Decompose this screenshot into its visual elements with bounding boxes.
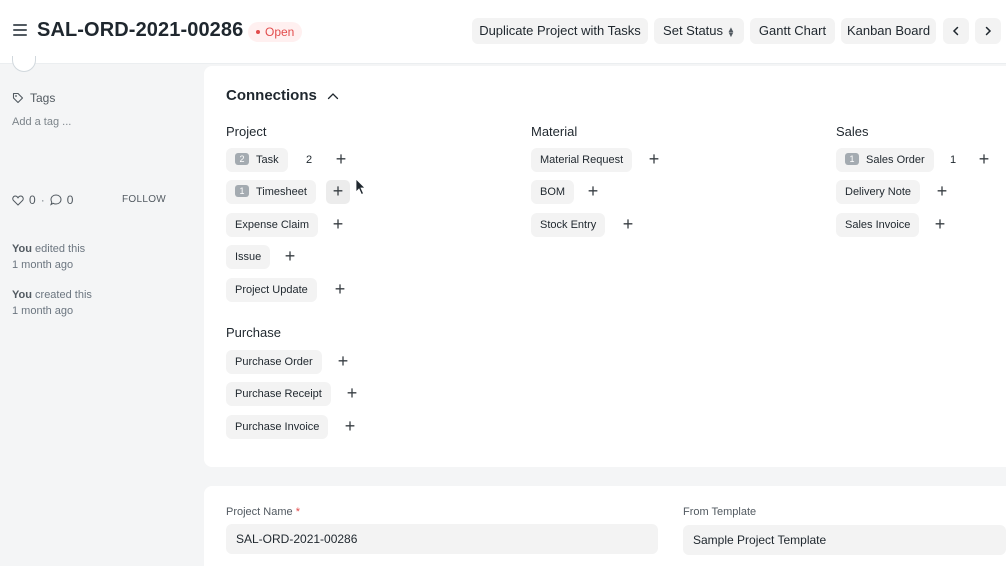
project-name-field[interactable]: SAL-ORD-2021-00286: [226, 524, 658, 554]
count-badge: 1: [235, 185, 249, 198]
connections-section: Connections Project 2 Task 2 + 1 Timesheet…: [204, 66, 1006, 467]
add-timesheet-button[interactable]: +: [326, 180, 350, 204]
connection-sales-invoice[interactable]: Sales Invoice: [836, 213, 920, 237]
connection-count: 1: [950, 154, 957, 166]
connection-project-update[interactable]: Project Update: [226, 278, 317, 302]
from-template-label: From Template: [683, 506, 757, 518]
add-stock-entry-button[interactable]: +: [616, 213, 640, 237]
follow-button[interactable]: FOLLOW: [122, 194, 166, 205]
kanban-board-button[interactable]: Kanban Board: [841, 18, 936, 44]
add-expense-claim-button[interactable]: +: [326, 213, 350, 237]
field-label-text: Project Name: [226, 506, 293, 518]
chevron-left-icon: [952, 26, 959, 36]
mouse-cursor-icon: [355, 178, 366, 196]
add-purchase-invoice-button[interactable]: +: [338, 415, 362, 439]
tag-icon: [12, 92, 24, 104]
activity-item: You created this 1 month ago: [12, 287, 92, 319]
chevron-up-icon[interactable]: [327, 92, 339, 100]
tags-header: Tags: [12, 91, 55, 105]
connection-issue[interactable]: Issue: [226, 245, 271, 269]
page-title: SAL-ORD-2021-00286: [37, 19, 244, 41]
tags-label: Tags: [30, 91, 56, 105]
comments-count: 0: [66, 193, 74, 207]
activity-user: You: [12, 289, 32, 301]
likes-comments: 0 · 0: [12, 193, 73, 207]
form-sidebar: Tags Add a tag ... 0 · 0 FOLLOW You edit…: [0, 56, 202, 566]
set-status-label: Set Status: [663, 23, 724, 38]
next-record-button[interactable]: [975, 18, 1001, 44]
group-title-material: Material: [531, 124, 578, 139]
connection-purchase-invoice[interactable]: Purchase Invoice: [226, 415, 329, 439]
connection-timesheet[interactable]: 1 Timesheet: [226, 180, 316, 204]
group-title-project: Project: [226, 124, 267, 139]
required-marker: *: [295, 506, 300, 518]
activity-time: 1 month ago: [12, 259, 74, 271]
add-task-button[interactable]: +: [329, 148, 353, 172]
add-project-update-button[interactable]: +: [328, 278, 352, 302]
duplicate-project-button[interactable]: Duplicate Project with Tasks: [472, 18, 648, 44]
status-label: Open: [265, 25, 295, 39]
connection-expense-claim[interactable]: Expense Claim: [226, 213, 318, 237]
connection-label: Timesheet: [256, 186, 307, 198]
connections-header[interactable]: Connections: [226, 87, 339, 104]
connection-sales-order[interactable]: 1 Sales Order: [836, 148, 934, 172]
connection-task[interactable]: 2 Task: [226, 148, 288, 172]
separator-dot: ·: [40, 193, 45, 207]
connection-label: Task: [256, 154, 279, 166]
project-name-label: Project Name *: [226, 506, 300, 518]
count-badge: 2: [235, 153, 249, 166]
status-dot-icon: [256, 29, 260, 34]
activity-action: edited this: [35, 243, 86, 255]
add-delivery-note-button[interactable]: +: [930, 180, 954, 204]
connection-delivery-note[interactable]: Delivery Note: [836, 180, 921, 204]
gantt-chart-button[interactable]: Gantt Chart: [750, 18, 835, 44]
connection-label: Sales Order: [866, 154, 925, 166]
select-arrows-icon: ▲ ▼: [727, 24, 735, 39]
activity-user: You: [12, 243, 32, 255]
add-purchase-order-button[interactable]: +: [331, 350, 355, 374]
connection-bom[interactable]: BOM: [531, 180, 575, 204]
group-title-purchase: Purchase: [226, 325, 281, 340]
heart-icon[interactable]: [12, 194, 24, 206]
comment-icon[interactable]: [49, 194, 62, 206]
group-title-sales: Sales: [836, 124, 869, 139]
connection-purchase-order[interactable]: Purchase Order: [226, 350, 322, 374]
page-header: SAL-ORD-2021-00286 Open Duplicate Projec…: [0, 0, 1006, 64]
connection-material-request[interactable]: Material Request: [531, 148, 633, 172]
project-details-section: Project Name * SAL-ORD-2021-00286 From T…: [204, 486, 1006, 566]
add-issue-button[interactable]: +: [278, 245, 302, 269]
activity-item: You edited this 1 month ago: [12, 241, 85, 273]
set-status-button[interactable]: Set Status ▲ ▼: [654, 18, 744, 44]
add-material-request-button[interactable]: +: [642, 148, 666, 172]
avatar: [12, 56, 36, 72]
activity-time: 1 month ago: [12, 305, 74, 317]
likes-count: 0: [29, 193, 36, 207]
previous-record-button[interactable]: [943, 18, 969, 44]
count-badge: 1: [845, 153, 859, 166]
add-sales-order-button[interactable]: +: [972, 148, 996, 172]
menu-icon[interactable]: [13, 24, 27, 36]
add-tag-link[interactable]: Add a tag ...: [12, 116, 71, 128]
chevron-right-icon: [985, 26, 992, 36]
add-sales-invoice-button[interactable]: +: [928, 213, 952, 237]
from-template-field[interactable]: Sample Project Template: [683, 525, 1006, 555]
activity-action: created this: [35, 289, 92, 301]
connection-stock-entry[interactable]: Stock Entry: [531, 213, 606, 237]
add-purchase-receipt-button[interactable]: +: [340, 382, 364, 406]
connection-purchase-receipt[interactable]: Purchase Receipt: [226, 382, 331, 406]
status-badge: Open: [248, 22, 303, 42]
connections-title: Connections: [226, 87, 317, 104]
connection-count: 2: [306, 154, 313, 166]
add-bom-button[interactable]: +: [581, 180, 605, 204]
